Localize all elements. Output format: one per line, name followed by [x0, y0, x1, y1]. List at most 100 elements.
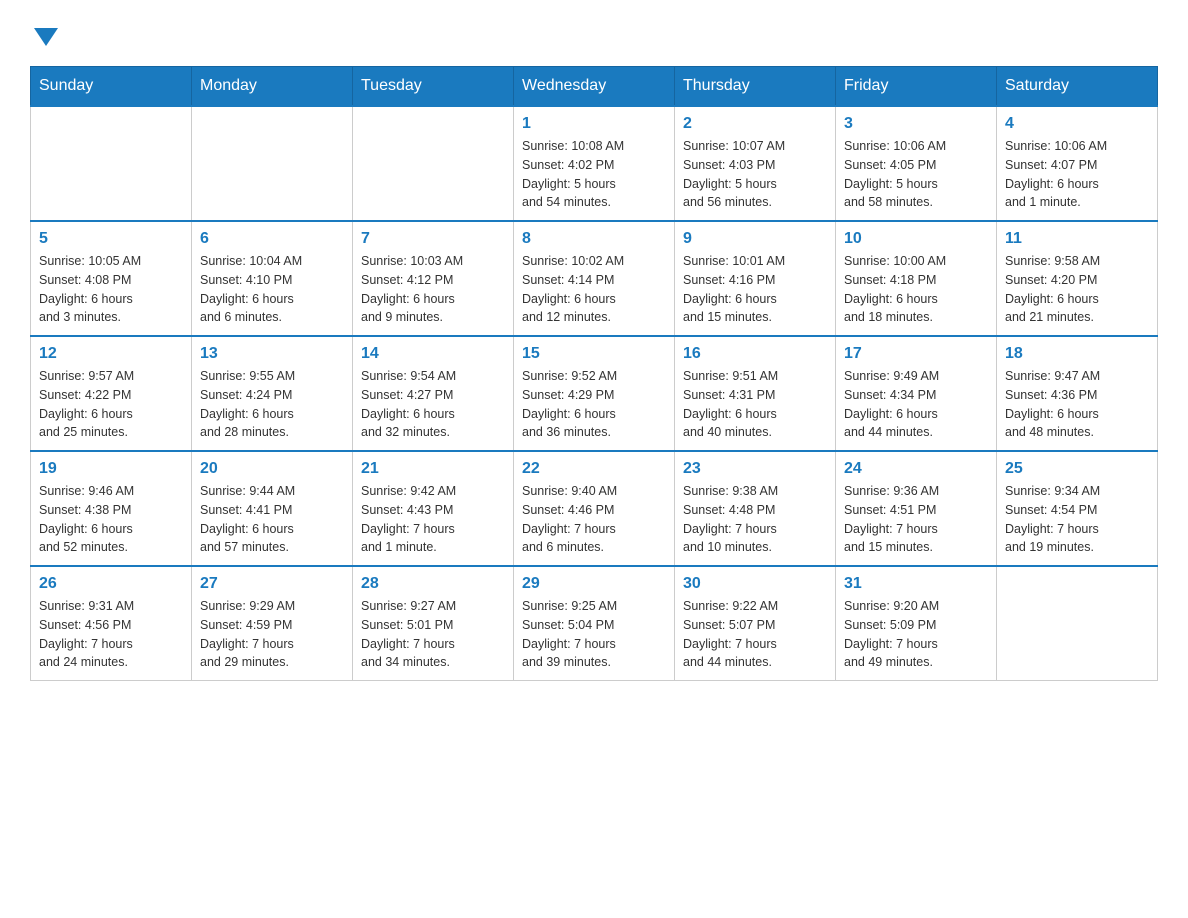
day-info: Sunrise: 10:07 AM Sunset: 4:03 PM Daylig… — [683, 137, 827, 212]
calendar-cell: 10Sunrise: 10:00 AM Sunset: 4:18 PM Dayl… — [836, 221, 997, 336]
calendar-cell: 20Sunrise: 9:44 AM Sunset: 4:41 PM Dayli… — [192, 451, 353, 566]
day-info: Sunrise: 9:58 AM Sunset: 4:20 PM Dayligh… — [1005, 252, 1149, 327]
day-number: 9 — [683, 230, 827, 248]
calendar-cell: 18 Sunrise: 9:47 AM Sunset: 4:36 PM Dayli… — [997, 336, 1158, 451]
day-number: 22 — [522, 460, 666, 478]
calendar-cell: 28 Sunrise: 9:27 AM Sunset: 5:01 PM Dayli… — [353, 566, 514, 681]
calendar-week-row: 1Sunrise: 10:08 AM Sunset: 4:02 PM Dayli… — [31, 106, 1158, 221]
calendar-cell: 14 Sunrise: 9:54 AM Sunset: 4:27 PM Dayli… — [353, 336, 514, 451]
day-number: 13 — [200, 345, 344, 363]
logo — [30, 20, 58, 46]
calendar-cell: 30 Sunrise: 9:22 AM Sunset: 5:07 PM Dayli… — [675, 566, 836, 681]
day-number: 29 — [522, 575, 666, 593]
calendar-cell: 8 Sunrise: 10:02 AM Sunset: 4:14 PM Dayli… — [514, 221, 675, 336]
day-number: 16 — [683, 345, 827, 363]
calendar-cell: 15 Sunrise: 9:52 AM Sunset: 4:29 PM Dayli… — [514, 336, 675, 451]
day-number: 14 — [361, 345, 505, 363]
day-info: Sunrise: 9:42 AM Sunset: 4:43 PM Dayligh… — [361, 482, 505, 557]
calendar-header-row: SundayMondayTuesdayWednesdayThursdayFrid… — [31, 67, 1158, 107]
day-header-wednesday: Wednesday — [514, 67, 675, 107]
day-number: 7 — [361, 230, 505, 248]
day-info: Sunrise: 9:40 AM Sunset: 4:46 PM Dayligh… — [522, 482, 666, 557]
day-info: Sunrise: 10:04 AM Sunset: 4:10 PM Daylig… — [200, 252, 344, 327]
calendar-cell: 23 Sunrise: 9:38 AM Sunset: 4:48 PM Dayli… — [675, 451, 836, 566]
calendar-cell: 16 Sunrise: 9:51 AM Sunset: 4:31 PM Dayli… — [675, 336, 836, 451]
day-number: 5 — [39, 230, 183, 248]
calendar-cell: 6Sunrise: 10:04 AM Sunset: 4:10 PM Dayli… — [192, 221, 353, 336]
day-header-saturday: Saturday — [997, 67, 1158, 107]
calendar-cell: 26 Sunrise: 9:31 AM Sunset: 4:56 PM Dayli… — [31, 566, 192, 681]
calendar-cell: 31 Sunrise: 9:20 AM Sunset: 5:09 PM Dayli… — [836, 566, 997, 681]
day-info: Sunrise: 9:27 AM Sunset: 5:01 PM Dayligh… — [361, 597, 505, 672]
day-info: Sunrise: 9:47 AM Sunset: 4:36 PM Dayligh… — [1005, 367, 1149, 442]
day-info: Sunrise: 10:03 AM Sunset: 4:12 PM Daylig… — [361, 252, 505, 327]
day-number: 27 — [200, 575, 344, 593]
day-info: Sunrise: 9:52 AM Sunset: 4:29 PM Dayligh… — [522, 367, 666, 442]
calendar-cell — [997, 566, 1158, 681]
calendar-cell — [353, 106, 514, 221]
day-info: Sunrise: 9:57 AM Sunset: 4:22 PM Dayligh… — [39, 367, 183, 442]
calendar-week-row: 12Sunrise: 9:57 AM Sunset: 4:22 PM Dayli… — [31, 336, 1158, 451]
day-number: 18 — [1005, 345, 1149, 363]
day-number: 23 — [683, 460, 827, 478]
calendar-week-row: 19Sunrise: 9:46 AM Sunset: 4:38 PM Dayli… — [31, 451, 1158, 566]
calendar-cell — [31, 106, 192, 221]
day-info: Sunrise: 9:49 AM Sunset: 4:34 PM Dayligh… — [844, 367, 988, 442]
day-number: 15 — [522, 345, 666, 363]
calendar-cell: 25Sunrise: 9:34 AM Sunset: 4:54 PM Dayli… — [997, 451, 1158, 566]
calendar-cell: 2Sunrise: 10:07 AM Sunset: 4:03 PM Dayli… — [675, 106, 836, 221]
day-number: 30 — [683, 575, 827, 593]
calendar-week-row: 26 Sunrise: 9:31 AM Sunset: 4:56 PM Dayli… — [31, 566, 1158, 681]
day-info: Sunrise: 10:06 AM Sunset: 4:07 PM Daylig… — [1005, 137, 1149, 212]
day-info: Sunrise: 9:54 AM Sunset: 4:27 PM Dayligh… — [361, 367, 505, 442]
day-info: Sunrise: 10:06 AM Sunset: 4:05 PM Daylig… — [844, 137, 988, 212]
day-info: Sunrise: 10:05 AM Sunset: 4:08 PM Daylig… — [39, 252, 183, 327]
day-info: Sunrise: 10:00 AM Sunset: 4:18 PM Daylig… — [844, 252, 988, 327]
logo-triangle-icon — [34, 28, 58, 46]
day-number: 26 — [39, 575, 183, 593]
day-header-friday: Friday — [836, 67, 997, 107]
day-info: Sunrise: 9:22 AM Sunset: 5:07 PM Dayligh… — [683, 597, 827, 672]
day-number: 25 — [1005, 460, 1149, 478]
calendar-cell: 9 Sunrise: 10:01 AM Sunset: 4:16 PM Dayli… — [675, 221, 836, 336]
calendar-cell: 12Sunrise: 9:57 AM Sunset: 4:22 PM Dayli… — [31, 336, 192, 451]
calendar-cell: 5 Sunrise: 10:05 AM Sunset: 4:08 PM Dayli… — [31, 221, 192, 336]
calendar-cell — [192, 106, 353, 221]
day-number: 28 — [361, 575, 505, 593]
day-info: Sunrise: 9:44 AM Sunset: 4:41 PM Dayligh… — [200, 482, 344, 557]
day-info: Sunrise: 9:38 AM Sunset: 4:48 PM Dayligh… — [683, 482, 827, 557]
day-info: Sunrise: 9:25 AM Sunset: 5:04 PM Dayligh… — [522, 597, 666, 672]
day-info: Sunrise: 9:51 AM Sunset: 4:31 PM Dayligh… — [683, 367, 827, 442]
day-info: Sunrise: 9:36 AM Sunset: 4:51 PM Dayligh… — [844, 482, 988, 557]
day-info: Sunrise: 10:01 AM Sunset: 4:16 PM Daylig… — [683, 252, 827, 327]
calendar-cell: 7 Sunrise: 10:03 AM Sunset: 4:12 PM Dayli… — [353, 221, 514, 336]
calendar-week-row: 5 Sunrise: 10:05 AM Sunset: 4:08 PM Dayli… — [31, 221, 1158, 336]
day-info: Sunrise: 9:29 AM Sunset: 4:59 PM Dayligh… — [200, 597, 344, 672]
day-number: 11 — [1005, 230, 1149, 248]
calendar-cell: 11 Sunrise: 9:58 AM Sunset: 4:20 PM Dayli… — [997, 221, 1158, 336]
calendar-cell: 24 Sunrise: 9:36 AM Sunset: 4:51 PM Dayli… — [836, 451, 997, 566]
day-header-tuesday: Tuesday — [353, 67, 514, 107]
calendar-cell: 27 Sunrise: 9:29 AM Sunset: 4:59 PM Dayli… — [192, 566, 353, 681]
day-info: Sunrise: 9:31 AM Sunset: 4:56 PM Dayligh… — [39, 597, 183, 672]
day-number: 24 — [844, 460, 988, 478]
page-header — [30, 20, 1158, 46]
day-number: 4 — [1005, 115, 1149, 133]
day-number: 21 — [361, 460, 505, 478]
calendar-cell: 4 Sunrise: 10:06 AM Sunset: 4:07 PM Dayli… — [997, 106, 1158, 221]
day-number: 17 — [844, 345, 988, 363]
day-number: 31 — [844, 575, 988, 593]
day-number: 8 — [522, 230, 666, 248]
calendar-cell: 17 Sunrise: 9:49 AM Sunset: 4:34 PM Dayli… — [836, 336, 997, 451]
day-header-thursday: Thursday — [675, 67, 836, 107]
day-header-sunday: Sunday — [31, 67, 192, 107]
calendar-table: SundayMondayTuesdayWednesdayThursdayFrid… — [30, 66, 1158, 681]
day-info: Sunrise: 9:20 AM Sunset: 5:09 PM Dayligh… — [844, 597, 988, 672]
calendar-cell: 3Sunrise: 10:06 AM Sunset: 4:05 PM Dayli… — [836, 106, 997, 221]
day-number: 1 — [522, 115, 666, 133]
calendar-cell: 21 Sunrise: 9:42 AM Sunset: 4:43 PM Dayli… — [353, 451, 514, 566]
calendar-cell: 19Sunrise: 9:46 AM Sunset: 4:38 PM Dayli… — [31, 451, 192, 566]
calendar-cell: 22 Sunrise: 9:40 AM Sunset: 4:46 PM Dayli… — [514, 451, 675, 566]
logo-content — [30, 20, 58, 46]
day-info: Sunrise: 10:02 AM Sunset: 4:14 PM Daylig… — [522, 252, 666, 327]
